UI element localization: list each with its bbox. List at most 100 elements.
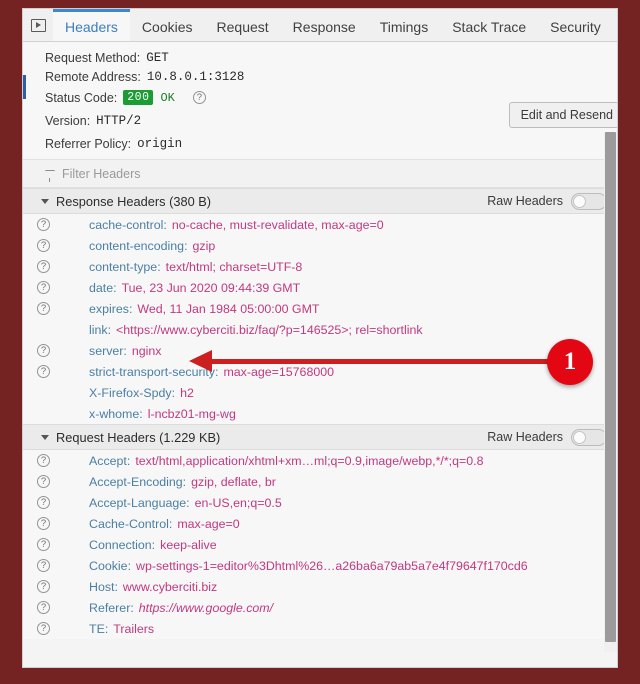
header-help-slot: ?: [37, 559, 89, 572]
header-help-slot: ?: [37, 601, 89, 614]
chevron-down-icon[interactable]: [41, 435, 49, 440]
question-mark-icon[interactable]: ?: [37, 517, 50, 530]
header-row[interactable]: x-whome:l-ncbz01-mg-wg: [23, 403, 617, 424]
header-row[interactable]: ? content-type: text/html; charset=UTF-8: [23, 256, 617, 277]
chevron-down-icon[interactable]: [41, 199, 49, 204]
header-help-slot: ?: [37, 302, 89, 315]
header-row[interactable]: ?Accept-Language:en-US,en;q=0.5: [23, 492, 617, 513]
header-row[interactable]: ?expires:Wed, 11 Jan 1984 05:00:00 GMT: [23, 298, 617, 319]
question-mark-icon[interactable]: ?: [37, 475, 50, 488]
filter-headers-input[interactable]: Filter Headers: [62, 167, 141, 181]
header-help-slot: ?: [37, 239, 89, 252]
question-mark-icon[interactable]: ?: [37, 496, 50, 509]
header-value: <https://www.cyberciti.biz/faq/?p=146525…: [116, 323, 423, 337]
header-row[interactable]: ?Accept-Encoding:gzip, deflate, br: [23, 471, 617, 492]
request-headers-section-header[interactable]: Request Headers (1.229 KB) Raw Headers: [23, 424, 617, 450]
summary-row-referrer-policy: Referrer Policy: origin: [23, 132, 617, 155]
request-raw-headers-toggle[interactable]: [571, 429, 607, 446]
header-row[interactable]: ?Accept:text/html,application/xhtml+xm…m…: [23, 450, 617, 471]
header-name: content-type:: [89, 260, 161, 274]
header-row[interactable]: ?content-encoding:gzip: [23, 235, 617, 256]
header-name: Accept:: [89, 454, 130, 468]
header-name: cache-control:: [89, 218, 167, 232]
tab-cookies[interactable]: Cookies: [130, 9, 205, 41]
question-mark-icon[interactable]: ?: [37, 622, 50, 635]
header-value: max-age=15768000: [223, 365, 334, 379]
remote-address-value: 10.8.0.1:3128: [147, 70, 245, 84]
header-name: Accept-Language:: [89, 496, 190, 510]
response-headers-section-header[interactable]: Response Headers (380 B) Raw Headers: [23, 188, 617, 214]
header-row[interactable]: ?cache-control:no-cache, must-revalidate…: [23, 214, 617, 235]
question-mark-icon[interactable]: ?: [37, 344, 50, 357]
question-mark-icon[interactable]: ?: [37, 580, 50, 593]
header-row[interactable]: ? strict-transport-security: max-age=15768…: [23, 361, 617, 382]
tab-cookies-label: Cookies: [142, 19, 193, 35]
devtools-network-details-panel: Headers Cookies Request Response Timings…: [22, 8, 618, 668]
details-tab-bar: Headers Cookies Request Response Timings…: [23, 9, 617, 42]
header-row[interactable]: ?Cache-Control:max-age=0: [23, 513, 617, 534]
header-help-slot: ?: [37, 281, 89, 294]
tab-security[interactable]: Security: [538, 9, 613, 41]
question-mark-icon[interactable]: ?: [193, 91, 206, 104]
header-row[interactable]: ?TE:Trailers: [23, 618, 617, 639]
header-name: Referer:: [89, 601, 134, 615]
header-row[interactable]: link: <https://www.cyberciti.biz/faq/?p=1…: [23, 319, 617, 340]
play-in-box-icon[interactable]: [23, 9, 53, 41]
header-help-slot: ?: [37, 622, 89, 635]
question-mark-icon[interactable]: ?: [37, 281, 50, 294]
tab-response[interactable]: Response: [281, 9, 368, 41]
tab-headers-label: Headers: [65, 19, 118, 35]
question-mark-icon[interactable]: ?: [37, 601, 50, 614]
tab-stack-trace[interactable]: Stack Trace: [440, 9, 538, 41]
question-mark-icon[interactable]: ?: [37, 302, 50, 315]
tab-request[interactable]: Request: [205, 9, 281, 41]
question-mark-icon[interactable]: ?: [37, 260, 50, 273]
header-help-slot: ?: [37, 365, 89, 378]
tab-timings[interactable]: Timings: [368, 9, 441, 41]
header-row[interactable]: X-Firefox-Spdy:h2: [23, 382, 617, 403]
request-headers-title: Request Headers (1.229 KB): [56, 430, 487, 445]
header-row[interactable]: ?Cookie:wp-settings-1=editor%3Dhtml%26…a…: [23, 555, 617, 576]
vertical-scrollbar-thumb[interactable]: [605, 132, 616, 642]
header-row[interactable]: ? date: Tue, 23 Jun 2020 09:44:39 GMT: [23, 277, 617, 298]
status-badge: 200: [123, 90, 153, 105]
header-name: link:: [89, 323, 111, 337]
status-code-label: Status Code:: [45, 91, 117, 105]
tab-security-label: Security: [550, 19, 601, 35]
request-headers-list: ?Accept:text/html,application/xhtml+xm…m…: [23, 450, 617, 639]
header-row[interactable]: ?Host:www.cyberciti.biz: [23, 576, 617, 597]
header-help-slot: ?: [37, 538, 89, 551]
request-summary: Request Method: GET Remote Address: 10.8…: [23, 42, 617, 160]
header-row[interactable]: ?Connection:keep-alive: [23, 534, 617, 555]
header-value: wp-settings-1=editor%3Dhtml%26…a26ba6a79…: [136, 559, 528, 573]
header-value: https://www.google.com/: [139, 601, 273, 615]
response-raw-headers-label: Raw Headers: [487, 194, 563, 208]
tab-response-label: Response: [293, 19, 356, 35]
tab-headers[interactable]: Headers: [53, 9, 130, 41]
header-value: Tue, 23 Jun 2020 09:44:39 GMT: [122, 281, 301, 295]
summary-row-request-method: Request Method: GET: [23, 48, 617, 67]
question-mark-icon[interactable]: ?: [37, 559, 50, 572]
response-raw-headers-toggle[interactable]: [571, 193, 607, 210]
header-row[interactable]: ? Referer: https://www.google.com/: [23, 597, 617, 618]
response-headers-list: ?cache-control:no-cache, must-revalidate…: [23, 214, 617, 424]
question-mark-icon[interactable]: ?: [37, 239, 50, 252]
header-name: strict-transport-security:: [89, 365, 218, 379]
response-headers-title: Response Headers (380 B): [56, 194, 487, 209]
question-mark-icon[interactable]: ?: [37, 454, 50, 467]
header-name: date:: [89, 281, 117, 295]
question-mark-icon[interactable]: ?: [37, 538, 50, 551]
filter-funnel-icon: [45, 170, 55, 178]
header-row[interactable]: ?server:nginx: [23, 340, 617, 361]
filter-headers-bar[interactable]: Filter Headers: [23, 160, 617, 188]
edit-and-resend-button[interactable]: Edit and Resend: [509, 102, 618, 128]
question-mark-icon[interactable]: ?: [37, 365, 50, 378]
tab-stack-trace-label: Stack Trace: [452, 19, 526, 35]
header-name: X-Firefox-Spdy:: [89, 386, 175, 400]
header-value: text/html; charset=UTF-8: [166, 260, 303, 274]
header-name: server:: [89, 344, 127, 358]
header-name: Accept-Encoding:: [89, 475, 186, 489]
question-mark-icon[interactable]: ?: [37, 218, 50, 231]
request-method-value: GET: [146, 51, 169, 65]
header-name: x-whome:: [89, 407, 143, 421]
